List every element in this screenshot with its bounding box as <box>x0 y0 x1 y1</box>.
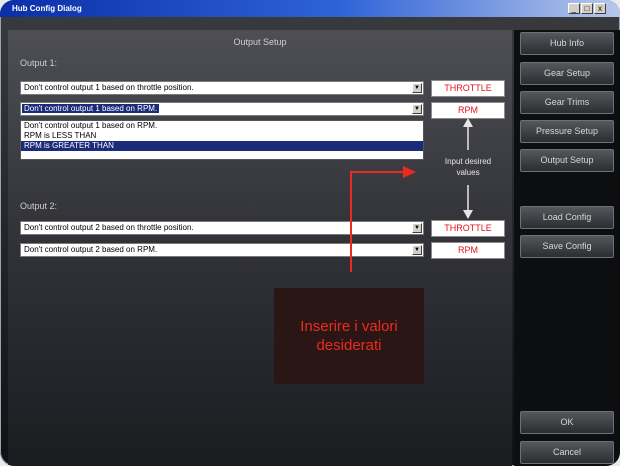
arrow-right-icon <box>350 166 416 272</box>
callout-box: Inserire i valori desiderati <box>274 288 424 384</box>
dialog-window: Hub Config Dialog _ □ x Output Setup Out… <box>0 0 620 466</box>
annotation-overlay <box>350 118 473 272</box>
arrow-up-icon <box>463 118 473 150</box>
callout-text: Inserire i valori desiderati <box>300 318 398 354</box>
arrow-down-icon <box>463 185 473 219</box>
